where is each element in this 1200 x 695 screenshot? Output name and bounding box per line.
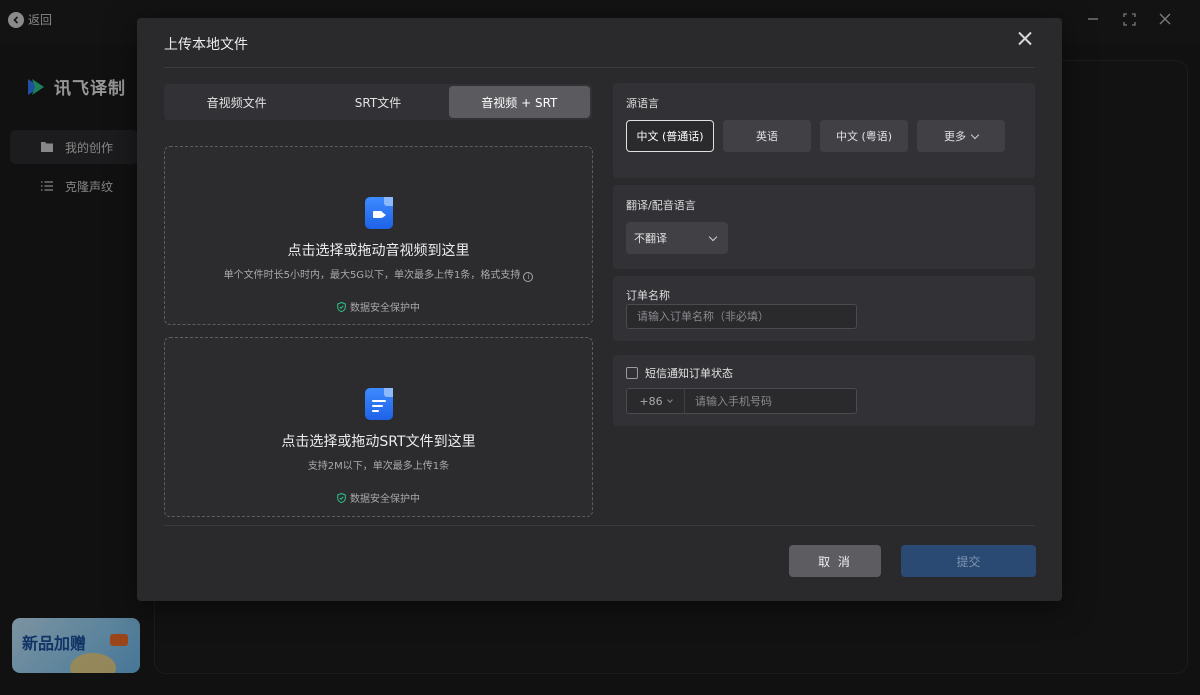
order-name-panel: 订单名称 — [613, 276, 1035, 341]
lang-option-english[interactable]: 英语 — [723, 120, 811, 152]
upload-type-tabs: 音视频文件 SRT文件 音视频 + SRT — [164, 84, 592, 120]
lang-option-mandarin[interactable]: 中文 (普通话) — [626, 120, 714, 152]
lang-option-more[interactable]: 更多 — [917, 120, 1005, 152]
translate-language-label: 翻译/配音语言 — [626, 199, 696, 212]
info-icon[interactable]: i — [523, 272, 534, 282]
shield-icon — [337, 301, 346, 312]
chevron-down-icon — [666, 396, 673, 403]
source-language-panel: 源语言 中文 (普通话) 英语 中文 (粤语) 更多 — [613, 83, 1035, 178]
translate-language-panel: 翻译/配音语言 不翻译 — [613, 185, 1035, 269]
sms-checkbox[interactable] — [626, 367, 638, 379]
sms-label: 短信通知订单状态 — [645, 367, 733, 380]
lang-option-cantonese[interactable]: 中文 (粤语) — [820, 120, 908, 152]
divider — [164, 67, 1035, 68]
order-name-label: 订单名称 — [626, 289, 670, 302]
order-name-input[interactable] — [626, 304, 857, 329]
secure-notice: 数据安全保护中 — [165, 490, 592, 505]
tab-srt-file[interactable]: SRT文件 — [307, 86, 448, 118]
source-language-options: 中文 (普通话) 英语 中文 (粤语) 更多 — [626, 120, 1005, 152]
shield-icon — [337, 492, 346, 503]
tab-av-plus-srt[interactable]: 音视频 + SRT — [448, 86, 590, 118]
sms-checkbox-row[interactable]: 短信通知订单状态 — [626, 365, 733, 381]
upload-dialog: 上传本地文件 音视频文件 SRT文件 音视频 + SRT 点击选择或拖动音视频到… — [137, 18, 1062, 601]
video-dropzone-subtitle: 单个文件时长5小时内，最大5G以下，单次最多上传1条，格式支持 i — [165, 266, 592, 282]
phone-field: +86 — [626, 388, 857, 414]
secure-notice: 数据安全保护中 — [165, 299, 592, 314]
srt-dropzone-subtitle: 支持2M以下，单次最多上传1条 — [307, 461, 450, 472]
translate-language-select[interactable]: 不翻译 — [626, 222, 728, 254]
tab-av-file[interactable]: 音视频文件 — [166, 86, 307, 118]
close-icon[interactable] — [1016, 30, 1034, 48]
divider — [164, 525, 1035, 526]
sms-panel: 短信通知订单状态 +86 — [613, 355, 1035, 426]
video-file-icon — [365, 197, 393, 229]
chevron-down-icon — [970, 130, 980, 139]
chevron-down-icon — [708, 232, 718, 241]
cancel-button[interactable]: 取 消 — [789, 545, 881, 577]
phone-input[interactable] — [685, 389, 856, 413]
srt-dropzone-title: 点击选择或拖动SRT文件到这里 — [281, 434, 476, 450]
video-dropzone[interactable]: 点击选择或拖动音视频到这里 单个文件时长5小时内，最大5G以下，单次最多上传1条… — [164, 146, 593, 325]
country-code-select[interactable]: +86 — [627, 389, 685, 413]
source-language-label: 源语言 — [626, 97, 659, 110]
submit-button[interactable]: 提交 — [901, 545, 1036, 577]
srt-dropzone[interactable]: 点击选择或拖动SRT文件到这里 支持2M以下，单次最多上传1条 数据安全保护中 — [164, 337, 593, 517]
dialog-title: 上传本地文件 — [164, 37, 248, 53]
srt-file-icon — [365, 388, 393, 420]
video-dropzone-title: 点击选择或拖动音视频到这里 — [287, 243, 470, 259]
